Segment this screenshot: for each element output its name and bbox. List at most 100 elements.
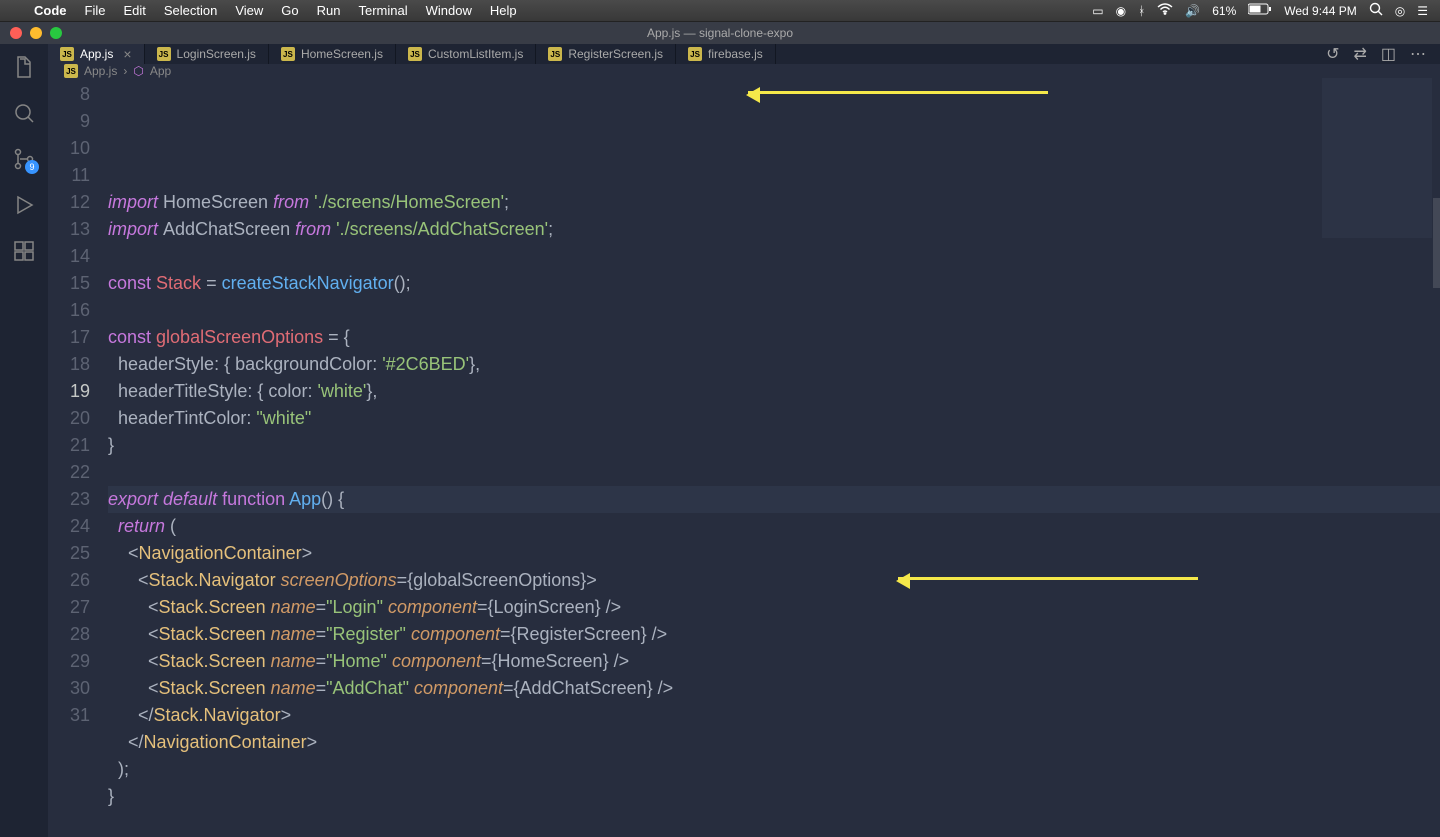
menu-run[interactable]: Run (317, 3, 341, 18)
line-number[interactable]: 21 (48, 432, 90, 459)
run-debug-icon[interactable] (11, 192, 37, 218)
code-line[interactable]: headerTitleStyle: { color: 'white'}, (108, 378, 1440, 405)
line-number[interactable]: 28 (48, 621, 90, 648)
breadcrumb[interactable]: JS App.js › ⬡ App (48, 64, 1440, 78)
code-line[interactable]: </NavigationContainer> (108, 729, 1440, 756)
bluetooth-icon[interactable]: ᚼ (1138, 4, 1145, 18)
window-title: App.js — signal-clone-expo (647, 26, 793, 40)
extensions-icon[interactable] (11, 238, 37, 264)
menu-edit[interactable]: Edit (123, 3, 145, 18)
more-actions-icon[interactable]: ⋯ (1410, 44, 1426, 64)
code-line[interactable]: const globalScreenOptions = { (108, 324, 1440, 351)
tab-file[interactable]: JSLoginScreen.js (145, 44, 269, 64)
line-number[interactable]: 31 (48, 702, 90, 729)
screen-icon[interactable]: ▭ (1092, 4, 1103, 18)
shield-icon[interactable]: ◉ (1116, 4, 1126, 18)
compare-icon[interactable]: ⇄ (1353, 44, 1366, 64)
clock[interactable]: Wed 9:44 PM (1284, 4, 1356, 18)
code-line[interactable]: <Stack.Screen name="Home" component={Hom… (108, 648, 1440, 675)
code-line[interactable]: headerStyle: { backgroundColor: '#2C6BED… (108, 351, 1440, 378)
activity-bar: 9 (0, 44, 48, 744)
symbol-icon: ⬡ (133, 64, 143, 78)
spotlight-icon[interactable] (1369, 2, 1383, 19)
close-tab-icon[interactable]: × (123, 46, 131, 62)
code-line[interactable]: ); (108, 756, 1440, 783)
menu-view[interactable]: View (235, 3, 263, 18)
siri-icon[interactable]: ◎ (1395, 4, 1405, 18)
search-icon[interactable] (11, 100, 37, 126)
breadcrumb-file[interactable]: App.js (84, 64, 117, 78)
code-line[interactable]: const Stack = createStackNavigator(); (108, 270, 1440, 297)
minimize-window-button[interactable] (30, 27, 42, 39)
code-line[interactable]: <Stack.Screen name="Login" component={Lo… (108, 594, 1440, 621)
code-line[interactable]: import AddChatScreen from './screens/Add… (108, 216, 1440, 243)
code-line[interactable]: export default function App() { (108, 486, 1440, 513)
app-name[interactable]: Code (34, 3, 67, 18)
menu-terminal[interactable]: Terminal (359, 3, 408, 18)
volume-icon[interactable]: 🔊 (1185, 4, 1200, 18)
menu-file[interactable]: File (85, 3, 106, 18)
line-number[interactable]: 23 (48, 486, 90, 513)
battery-icon[interactable] (1248, 3, 1272, 18)
menu-go[interactable]: Go (281, 3, 298, 18)
code-line[interactable] (108, 297, 1440, 324)
line-number[interactable]: 10 (48, 135, 90, 162)
wifi-icon[interactable] (1157, 3, 1173, 18)
line-number[interactable]: 13 (48, 216, 90, 243)
code-line[interactable]: headerTintColor: "white" (108, 405, 1440, 432)
annotation-arrow-1 (748, 91, 1048, 94)
code-line[interactable]: <Stack.Screen name="Register" component=… (108, 621, 1440, 648)
code-line[interactable]: <Stack.Navigator screenOptions={globalSc… (108, 567, 1440, 594)
timeline-icon[interactable]: ↺ (1326, 44, 1339, 64)
source-control-icon[interactable]: 9 (11, 146, 37, 172)
line-number[interactable]: 30 (48, 675, 90, 702)
line-number[interactable]: 26 (48, 567, 90, 594)
close-window-button[interactable] (10, 27, 22, 39)
tab-file[interactable]: JSRegisterScreen.js (536, 44, 676, 64)
tab-label: CustomListItem.js (428, 47, 523, 61)
code-line[interactable] (108, 810, 1440, 837)
code-line[interactable]: </Stack.Navigator> (108, 702, 1440, 729)
code-line[interactable]: import HomeScreen from './screens/HomeSc… (108, 189, 1440, 216)
line-number[interactable]: 22 (48, 459, 90, 486)
code-line[interactable] (108, 243, 1440, 270)
line-number[interactable]: 16 (48, 297, 90, 324)
line-number[interactable]: 8 (48, 81, 90, 108)
line-number[interactable]: 29 (48, 648, 90, 675)
menu-help[interactable]: Help (490, 3, 517, 18)
code-line[interactable]: return ( (108, 513, 1440, 540)
line-number[interactable]: 14 (48, 243, 90, 270)
code-line[interactable]: } (108, 783, 1440, 810)
line-number[interactable]: 27 (48, 594, 90, 621)
line-number[interactable]: 11 (48, 162, 90, 189)
line-number[interactable]: 18 (48, 351, 90, 378)
line-number[interactable]: 19 (48, 378, 90, 405)
tab-file[interactable]: JSCustomListItem.js (396, 44, 536, 64)
code-line[interactable]: } (108, 432, 1440, 459)
tab-file[interactable]: JSApp.js× (48, 44, 145, 64)
line-number[interactable]: 12 (48, 189, 90, 216)
code-line[interactable]: <Stack.Screen name="AddChat" component={… (108, 675, 1440, 702)
line-number[interactable]: 25 (48, 540, 90, 567)
code-line[interactable] (108, 459, 1440, 486)
control-center-icon[interactable]: ☰ (1417, 4, 1428, 18)
zoom-window-button[interactable] (50, 27, 62, 39)
code-editor[interactable]: 8910111213141516171819202122232425262728… (48, 78, 1440, 837)
tab-file[interactable]: JSfirebase.js (676, 44, 776, 64)
menu-window[interactable]: Window (426, 3, 472, 18)
scrollbar[interactable] (1433, 78, 1440, 837)
js-file-icon: JS (157, 47, 171, 61)
code-line[interactable]: <NavigationContainer> (108, 540, 1440, 567)
line-number[interactable]: 24 (48, 513, 90, 540)
tab-label: HomeScreen.js (301, 47, 383, 61)
js-file-icon: JS (281, 47, 295, 61)
line-number[interactable]: 15 (48, 270, 90, 297)
explorer-icon[interactable] (11, 54, 37, 80)
menu-selection[interactable]: Selection (164, 3, 217, 18)
tab-file[interactable]: JS HomeScreen.js (269, 44, 396, 64)
line-number[interactable]: 20 (48, 405, 90, 432)
breadcrumb-symbol[interactable]: App (150, 64, 171, 78)
split-editor-icon[interactable]: ◫ (1381, 44, 1396, 64)
line-number[interactable]: 17 (48, 324, 90, 351)
line-number[interactable]: 9 (48, 108, 90, 135)
